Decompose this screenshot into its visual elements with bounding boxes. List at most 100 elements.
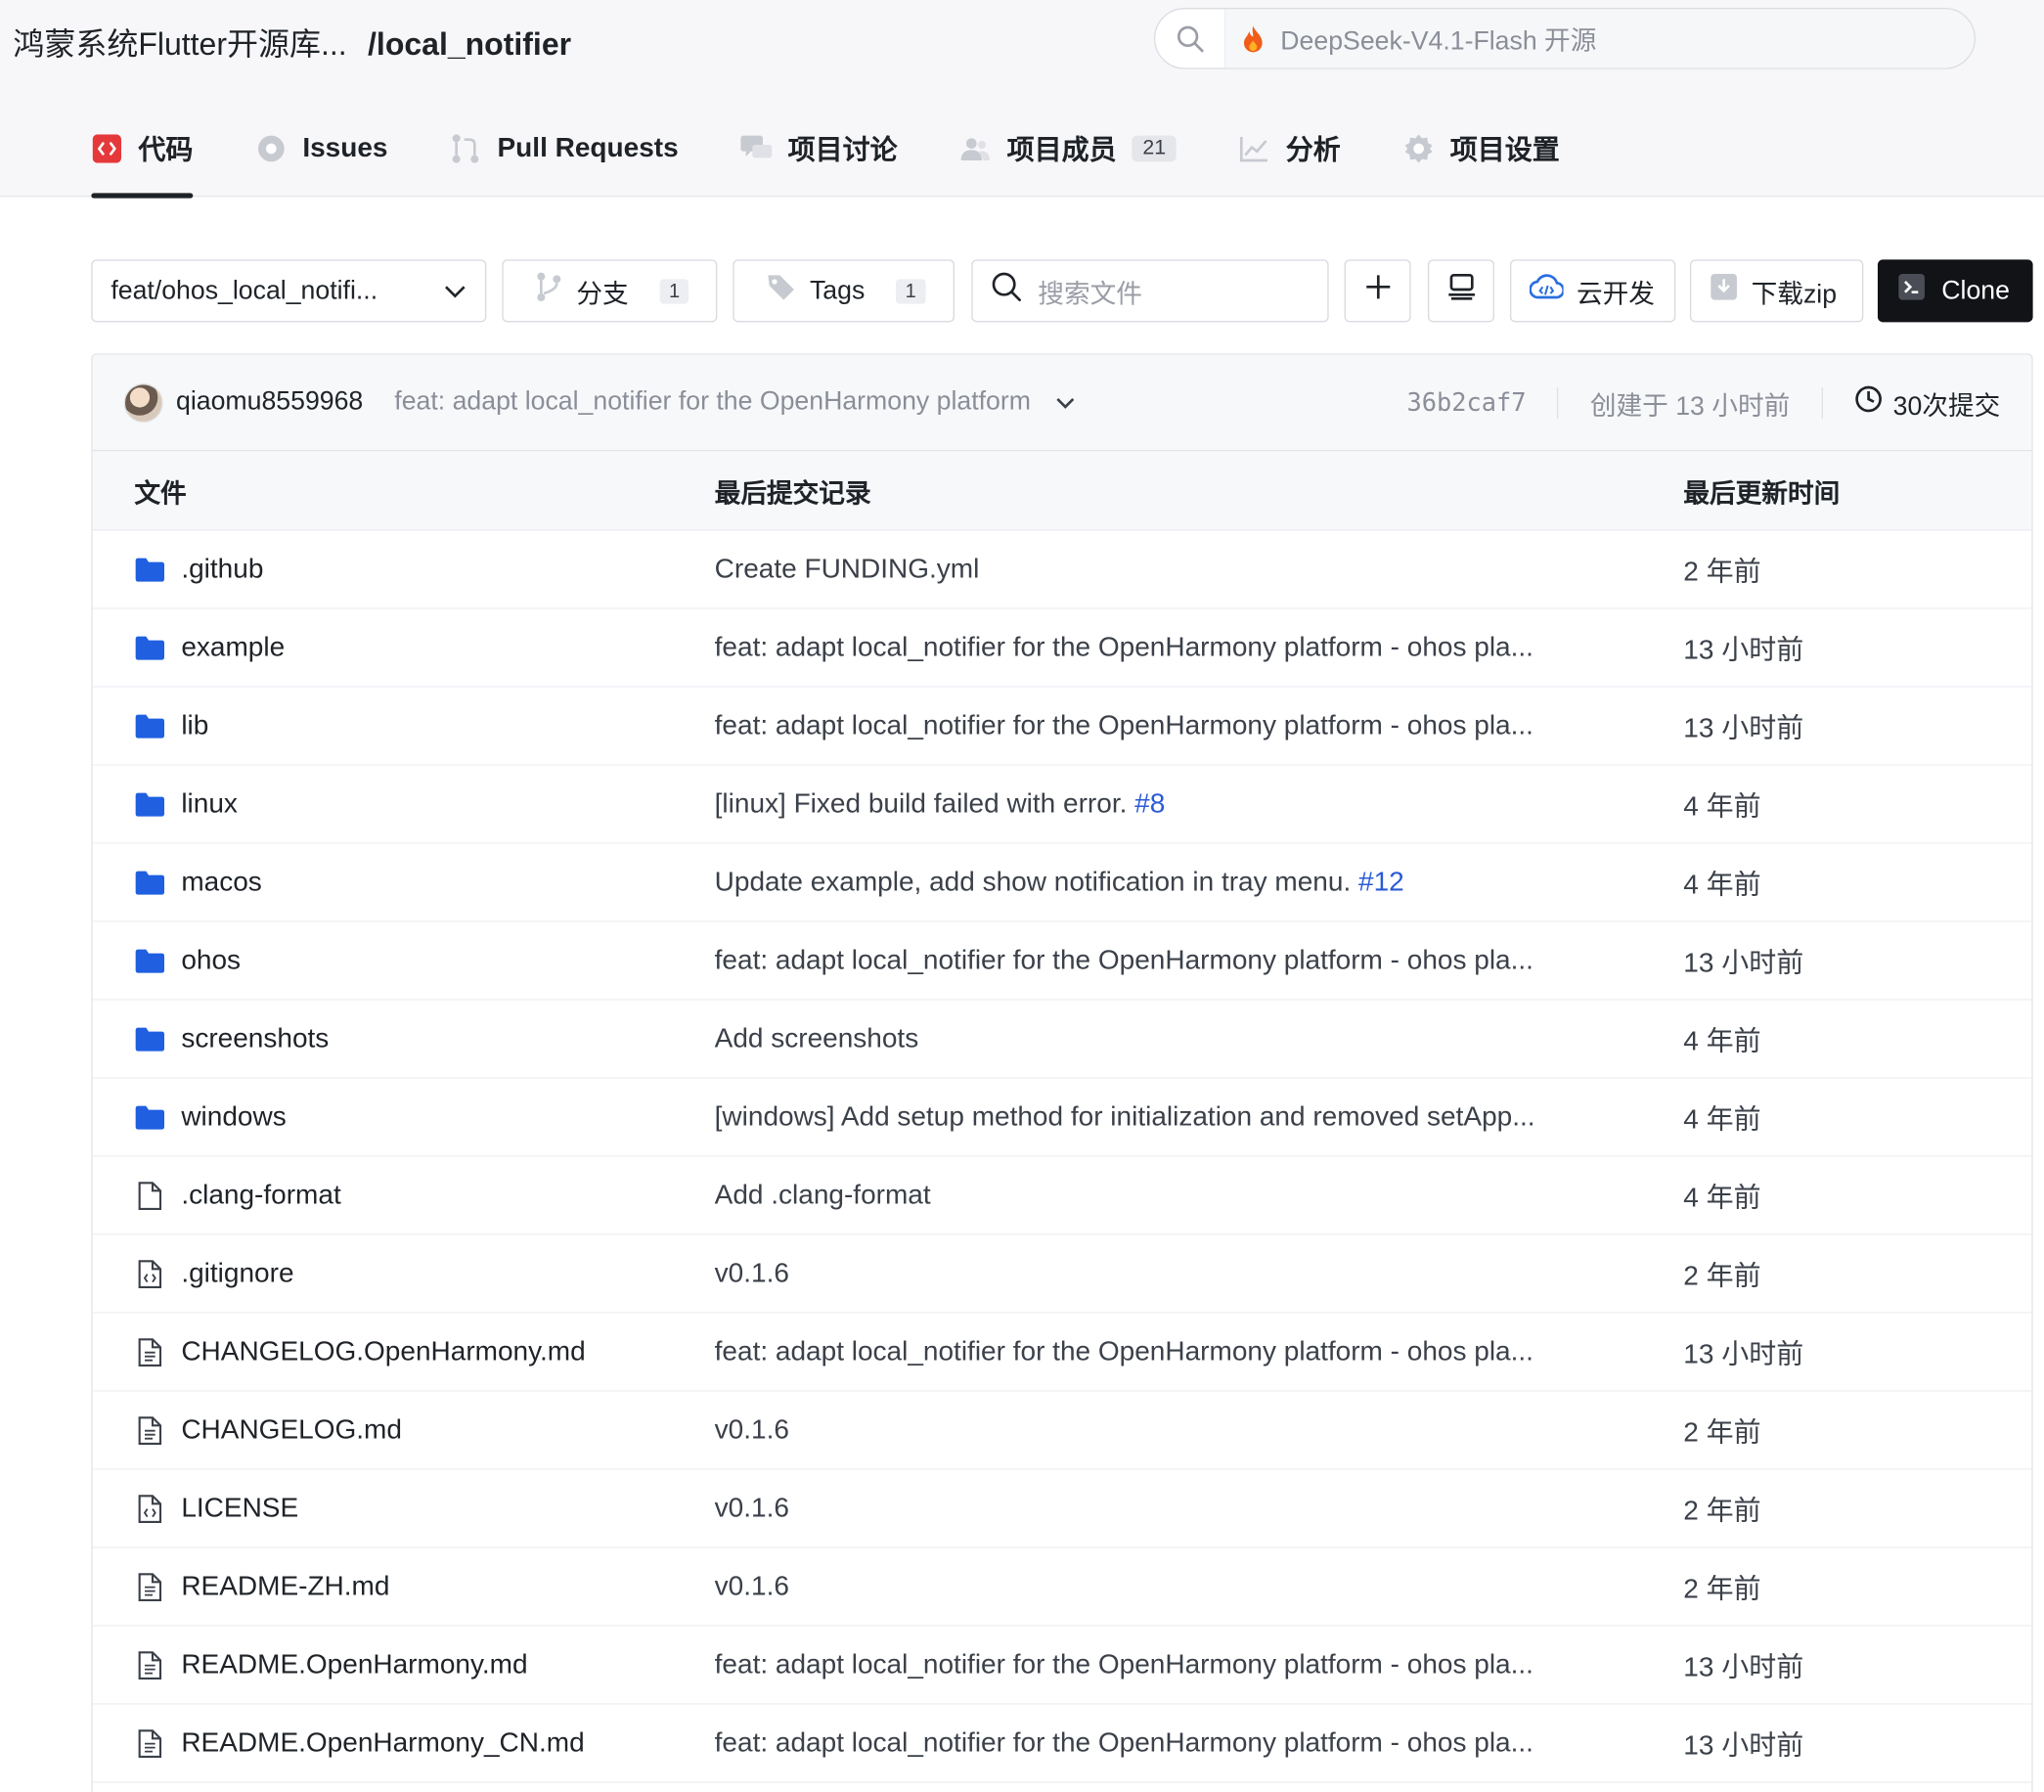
commit-message-text: feat: adapt local_notifier for the OpenH…: [714, 944, 1533, 975]
download-zip-button[interactable]: 下载zip: [1689, 259, 1864, 323]
file-commit-message[interactable]: Update example, add show notification in…: [715, 867, 1615, 898]
file-name[interactable]: LICENSE: [181, 1493, 298, 1524]
document-icon: [134, 1649, 165, 1680]
table-row[interactable]: README-ZH.md v0.1.6 2 年前: [92, 1547, 2032, 1627]
file-commit-message[interactable]: Create FUNDING.yml: [715, 554, 1615, 585]
table-row[interactable]: macos Update example, add show notificati…: [92, 843, 2032, 922]
file-name[interactable]: CHANGELOG.md: [181, 1414, 402, 1446]
file-name-cell[interactable]: .gitignore: [134, 1258, 294, 1289]
tab-discussions[interactable]: 项目讨论: [740, 99, 898, 197]
file-name-cell[interactable]: .github: [134, 554, 263, 585]
file-commit-message[interactable]: v0.1.6: [715, 1493, 1615, 1524]
file-updated-time: 4 年前: [1683, 869, 1761, 900]
file-commit-message[interactable]: Add .clang-format: [715, 1180, 1615, 1211]
clone-button[interactable]: Clone: [1877, 259, 2033, 323]
file-name[interactable]: README-ZH.md: [181, 1571, 389, 1602]
tab-members[interactable]: 项目成员 21: [960, 99, 1177, 197]
file-name[interactable]: .github: [181, 554, 263, 585]
file-name-cell[interactable]: LICENSE: [134, 1493, 298, 1524]
chevron-down-icon[interactable]: [1054, 387, 1075, 418]
add-file-button[interactable]: [1344, 259, 1411, 323]
file-name-cell[interactable]: macos: [134, 867, 262, 898]
file-name-cell[interactable]: README-ZH.md: [134, 1571, 389, 1602]
file-commit-message[interactable]: v0.1.6: [715, 1414, 1615, 1446]
file-commit-message[interactable]: v0.1.6: [715, 1571, 1615, 1602]
file-commit-message[interactable]: v0.1.6: [715, 1258, 1615, 1289]
file-commit-message[interactable]: feat: adapt local_notifier for the OpenH…: [715, 1649, 1615, 1680]
file-name-cell[interactable]: example: [134, 632, 285, 663]
file-name[interactable]: linux: [181, 788, 238, 820]
cloud-dev-button[interactable]: 云开发: [1509, 259, 1676, 323]
org-name-link[interactable]: 鸿蒙系统Flutter开源库...: [13, 27, 346, 63]
file-name-cell[interactable]: windows: [134, 1101, 287, 1133]
table-row[interactable]: screenshots Add screenshots 4 年前: [92, 1000, 2032, 1079]
table-row[interactable]: example feat: adapt local_notifier for th…: [92, 608, 2032, 688]
table-row[interactable]: windows [windows] Add setup method for in…: [92, 1078, 2032, 1157]
file-name-cell[interactable]: .clang-format: [134, 1180, 341, 1211]
file-name-cell[interactable]: lib: [134, 710, 208, 741]
branch-icon: [535, 271, 563, 310]
file-name-cell[interactable]: screenshots: [134, 1023, 329, 1054]
commit-sha[interactable]: 36b2caf7: [1406, 388, 1526, 417]
file-name[interactable]: macos: [181, 867, 261, 898]
table-row[interactable]: .clang-format Add .clang-format 4 年前: [92, 1156, 2032, 1235]
file-name[interactable]: README.OpenHarmony_CN.md: [181, 1727, 584, 1759]
table-row[interactable]: .github Create FUNDING.yml 2 年前: [92, 530, 2032, 609]
file-commit-message[interactable]: [linux] Fixed build failed with error. #…: [715, 788, 1615, 820]
table-row[interactable]: README.OpenHarmony.md feat: adapt local_n…: [92, 1626, 2032, 1705]
branch-select[interactable]: feat/ohos_local_notifi...: [91, 259, 487, 323]
table-row[interactable]: lib feat: adapt local_notifier for the Op…: [92, 687, 2032, 766]
tab-code[interactable]: 代码: [91, 99, 194, 199]
tab-settings[interactable]: 项目设置: [1403, 99, 1560, 197]
file-commit-message[interactable]: feat: adapt local_notifier for the OpenH…: [715, 1727, 1615, 1759]
branches-button[interactable]: 分支 1: [502, 259, 718, 323]
table-row[interactable]: ohos feat: adapt local_notifier for the O…: [92, 921, 2032, 1001]
file-name[interactable]: README.OpenHarmony.md: [181, 1649, 527, 1680]
file-name-cell[interactable]: linux: [134, 788, 238, 820]
table-row[interactable]: linux [linux] Fixed build failed with err…: [92, 765, 2032, 844]
tab-discussions-label: 项目讨论: [787, 134, 898, 165]
tab-issues[interactable]: Issues: [255, 99, 388, 197]
file-name[interactable]: example: [181, 632, 285, 663]
global-search-box[interactable]: DeepSeek-V4.1-Flash 开源: [1153, 7, 1976, 69]
file-commit-message[interactable]: feat: adapt local_notifier for the OpenH…: [715, 710, 1615, 741]
commit-author[interactable]: qiaomu8559968: [176, 387, 363, 418]
file-commit-message[interactable]: Add screenshots: [715, 1023, 1615, 1054]
table-row[interactable]: CHANGELOG.md v0.1.6 2 年前: [92, 1391, 2032, 1470]
search-promo-text: DeepSeek-V4.1-Flash 开源: [1280, 26, 1597, 57]
web-ide-button[interactable]: [1427, 259, 1494, 323]
members-icon: [960, 132, 992, 163]
file-name[interactable]: ohos: [181, 945, 241, 976]
table-row[interactable]: .gitignore v0.1.6 2 年前: [92, 1234, 2032, 1314]
file-name-cell[interactable]: CHANGELOG.OpenHarmony.md: [134, 1336, 586, 1367]
commit-history-link[interactable]: 30次提交: [1854, 384, 2000, 423]
file-name[interactable]: .clang-format: [181, 1180, 340, 1211]
file-name-cell[interactable]: ohos: [134, 945, 241, 976]
folder-icon: [134, 1023, 165, 1054]
file-name[interactable]: .gitignore: [181, 1258, 293, 1289]
file-name[interactable]: lib: [181, 710, 208, 741]
tab-analytics[interactable]: 分析: [1239, 99, 1341, 197]
file-commit-message[interactable]: feat: adapt local_notifier for the OpenH…: [715, 632, 1615, 663]
avatar[interactable]: [123, 382, 163, 423]
file-name[interactable]: CHANGELOG.OpenHarmony.md: [181, 1336, 585, 1367]
table-row[interactable]: README.OpenHarmony_CN.md feat: adapt loca…: [92, 1704, 2032, 1783]
file-name-cell[interactable]: README.OpenHarmony_CN.md: [134, 1727, 585, 1759]
table-row[interactable]: CHANGELOG.OpenHarmony.md feat: adapt loca…: [92, 1313, 2032, 1392]
file-commit-message[interactable]: feat: adapt local_notifier for the OpenH…: [715, 1336, 1615, 1367]
file-name[interactable]: windows: [181, 1101, 286, 1133]
file-name[interactable]: screenshots: [181, 1023, 329, 1054]
table-row[interactable]: LICENSE v0.1.6 2 年前: [92, 1469, 2032, 1548]
tab-pull-requests[interactable]: Pull Requests: [451, 99, 679, 197]
file-commit-message[interactable]: feat: adapt local_notifier for the OpenH…: [715, 945, 1615, 976]
file-name-cell[interactable]: CHANGELOG.md: [134, 1414, 402, 1446]
commit-message[interactable]: feat: adapt local_notifier for the OpenH…: [394, 387, 1031, 418]
file-commit-message[interactable]: [windows] Add setup method for initializ…: [715, 1101, 1615, 1133]
issue-link[interactable]: #8: [1134, 788, 1165, 819]
file-search-input[interactable]: 搜索文件: [971, 259, 1329, 323]
issue-link[interactable]: #12: [1358, 867, 1404, 897]
tags-button[interactable]: Tags 1: [733, 259, 955, 323]
repo-name-link[interactable]: /local_notifier: [368, 27, 571, 63]
file-name-cell[interactable]: README.OpenHarmony.md: [134, 1649, 528, 1680]
folder-icon: [134, 867, 165, 898]
